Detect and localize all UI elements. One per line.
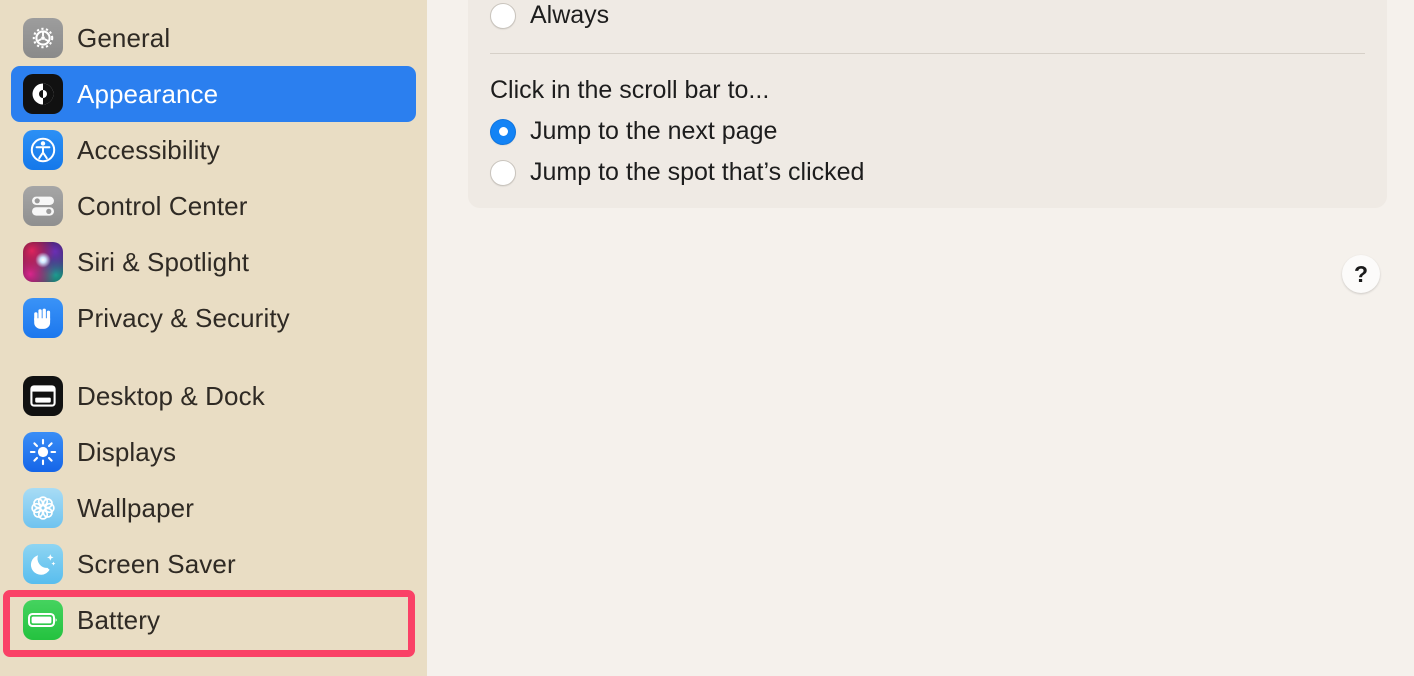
brightness-icon [23, 432, 63, 472]
desktop-dock-icon [23, 376, 63, 416]
scroll-bar-settings-card: Always Click in the scroll bar to... Jum… [468, 0, 1387, 208]
radio-always-label: Always [530, 1, 610, 29]
sidebar-item-appearance[interactable]: Appearance [11, 66, 416, 122]
radio-jump-next-page[interactable] [490, 118, 516, 145]
sidebar-item-screen-saver[interactable]: Screen Saver [11, 536, 416, 592]
sidebar-item-displays[interactable]: Displays [11, 424, 416, 480]
radio-row-jump-next-page[interactable]: Jump to the next page [490, 111, 1365, 152]
settings-content-pane: Always Click in the scroll bar to... Jum… [427, 0, 1414, 676]
sidebar-item-label: Desktop & Dock [77, 380, 265, 411]
sidebar-item-label: Wallpaper [77, 492, 194, 523]
sidebar-item-label: Battery [77, 604, 161, 635]
privacy-hand-icon [23, 298, 63, 338]
click-scroll-bar-title: Click in the scroll bar to... [490, 76, 770, 104]
sidebar-item-siri-spotlight[interactable]: Siri & Spotlight [11, 234, 416, 290]
battery-icon [23, 600, 63, 640]
radio-row-always[interactable]: Always [490, 0, 1365, 36]
sidebar-item-label: Privacy & Security [77, 302, 290, 333]
radio-jump-spot-clicked[interactable] [490, 159, 516, 186]
radio-always[interactable] [490, 2, 516, 29]
sidebar-item-wallpaper[interactable]: Wallpaper [11, 480, 416, 536]
sidebar-item-label: Accessibility [77, 134, 220, 165]
sidebar-item-label: General [77, 22, 171, 53]
sidebar-item-accessibility[interactable]: Accessibility [11, 122, 416, 178]
sidebar-item-control-center[interactable]: Control Center [11, 178, 416, 234]
sidebar-item-label: Screen Saver [77, 548, 236, 579]
sidebar-item-battery[interactable]: Battery [11, 592, 416, 648]
settings-sidebar[interactable]: General Appearance Accessibility Control… [0, 0, 427, 676]
accessibility-icon [23, 130, 63, 170]
siri-icon [23, 242, 63, 282]
radio-row-jump-spot-clicked[interactable]: Jump to the spot that’s clicked [490, 152, 1365, 193]
sidebar-group-separator [11, 346, 416, 368]
sidebar-item-desktop-dock[interactable]: Desktop & Dock [11, 368, 416, 424]
wallpaper-icon [23, 488, 63, 528]
radio-jump-spot-clicked-label: Jump to the spot that’s clicked [530, 158, 865, 186]
sidebar-scroll-area[interactable]: General Appearance Accessibility Control… [0, 0, 427, 648]
sidebar-item-label: Appearance [77, 78, 219, 109]
sidebar-item-label: Control Center [77, 190, 248, 221]
section-divider [490, 53, 1365, 54]
radio-jump-next-page-label: Jump to the next page [530, 117, 778, 145]
help-button[interactable]: ? [1342, 255, 1380, 293]
control-center-icon [23, 186, 63, 226]
sidebar-item-general[interactable]: General [11, 10, 416, 66]
gear-icon [23, 18, 63, 58]
appearance-icon [23, 74, 63, 114]
sidebar-item-label: Siri & Spotlight [77, 246, 250, 277]
card-content: Always Click in the scroll bar to... Jum… [490, 0, 1365, 193]
sidebar-item-label: Displays [77, 436, 177, 467]
sidebar-item-privacy-security[interactable]: Privacy & Security [11, 290, 416, 346]
moon-stars-icon [23, 544, 63, 584]
